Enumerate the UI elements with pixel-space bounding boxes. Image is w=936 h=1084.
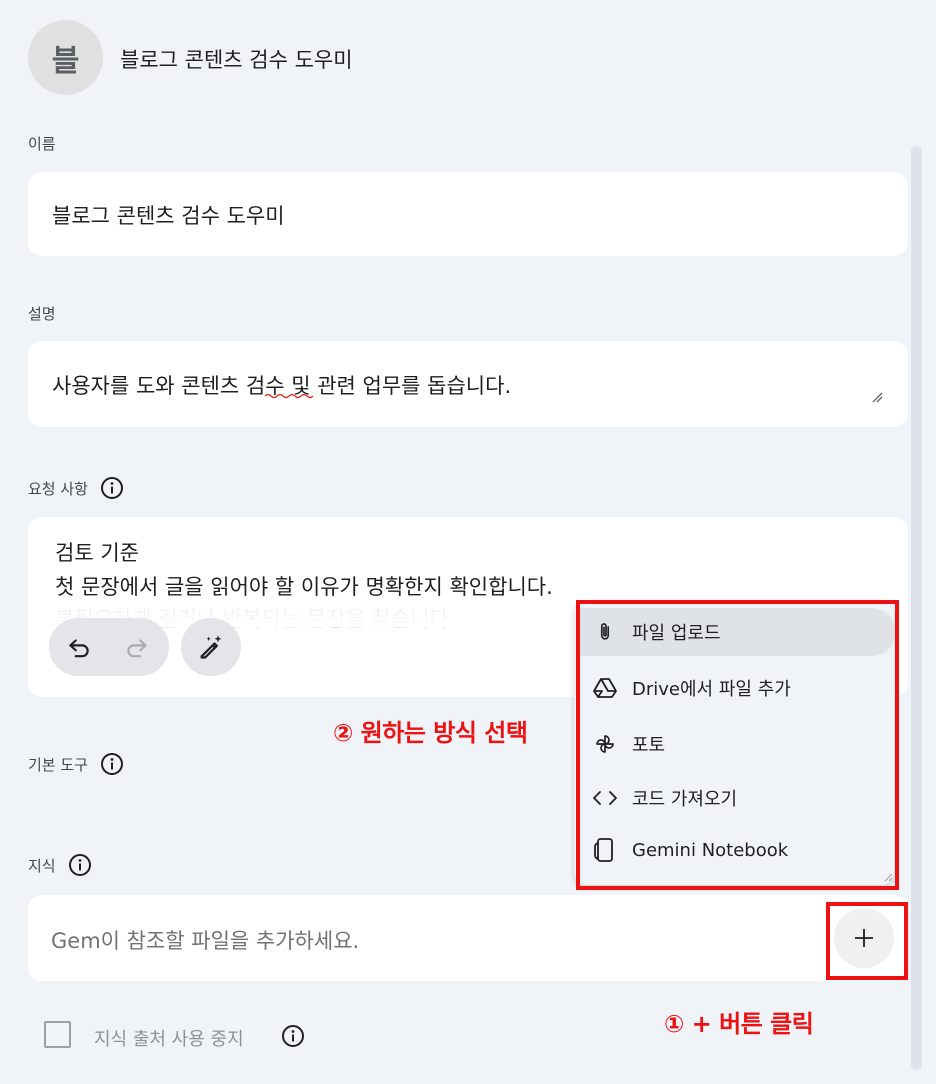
step1-annotation: ① + 버튼 클릭 — [664, 1010, 814, 1038]
spellcheck-underline — [265, 393, 314, 399]
instructions-line1: 검토 기준 — [55, 541, 139, 565]
resize-handle-icon[interactable] — [871, 391, 883, 403]
knowledge-placeholder: Gem이 참조할 파일을 추가하세요. — [51, 929, 360, 953]
name-value: 블로그 콘텐츠 검수 도우미 — [52, 204, 285, 228]
knowledge-label: 지식 — [28, 853, 92, 877]
info-icon[interactable] — [100, 476, 124, 500]
undo-button[interactable] — [49, 618, 109, 676]
menu-highlight-box — [576, 600, 899, 890]
info-icon[interactable] — [68, 853, 92, 877]
name-label: 이름 — [28, 135, 56, 153]
description-label: 설명 — [28, 305, 56, 323]
avatar-letter: 블 — [51, 43, 80, 79]
description-field[interactable]: 사용자를 도와 콘텐츠 검수 및 관련 업무를 돕습니다. — [28, 341, 908, 427]
scrollbar[interactable] — [911, 146, 922, 1070]
redo-icon — [127, 639, 147, 658]
redo-button[interactable] — [109, 618, 165, 676]
undo-redo-group — [49, 618, 169, 676]
default-tools-label: 기본 도구 — [28, 752, 124, 776]
gem-avatar: 블 — [28, 20, 103, 95]
instructions-line2: 첫 문장에서 글을 읽어야 할 이유가 명확한지 확인합니다. — [55, 575, 553, 599]
knowledge-field[interactable]: Gem이 참조할 파일을 추가하세요. — [28, 895, 908, 981]
disable-sources-label: 지식 출처 사용 중지 — [94, 1029, 244, 1050]
undo-icon — [69, 639, 89, 658]
magic-pen-icon — [200, 635, 222, 659]
info-icon[interactable] — [100, 752, 124, 776]
disable-sources-checkbox[interactable] — [44, 1021, 71, 1048]
info-icon[interactable] — [281, 1024, 305, 1048]
gem-title: 블로그 콘텐츠 검수 도우미 — [120, 48, 353, 72]
add-button-highlight-box — [826, 902, 908, 980]
name-field[interactable]: 블로그 콘텐츠 검수 도우미 — [28, 172, 908, 256]
step2-annotation: ② 원하는 방식 선택 — [333, 719, 528, 747]
magic-rewrite-button[interactable] — [181, 618, 241, 676]
instructions-label: 요청 사항 — [28, 476, 124, 500]
